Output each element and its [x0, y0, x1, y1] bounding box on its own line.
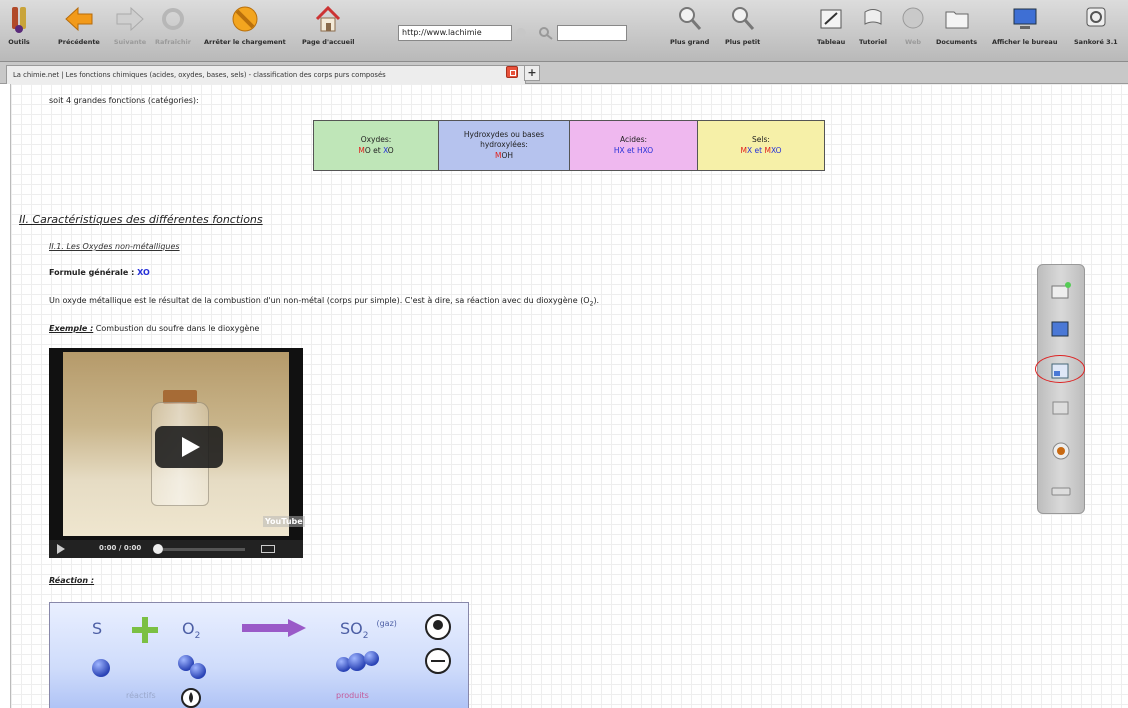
- video-controls: 0:00 / 0:00: [49, 540, 303, 558]
- video-seek-knob[interactable]: [153, 544, 163, 554]
- video-time: 0:00 / 0:00: [99, 544, 142, 552]
- cell-oxydes: Oxydes: MO et XO: [314, 121, 439, 170]
- section-title: II. Caractéristiques des différentes fon…: [19, 213, 263, 226]
- video-seek-track[interactable]: [163, 548, 245, 551]
- cell-acides: Acides: HX et HXO: [570, 121, 698, 170]
- home-button[interactable]: Page d'accueil: [302, 4, 355, 46]
- sankore-button[interactable]: Sankoré 3.1: [1074, 4, 1118, 46]
- tutoriel-button[interactable]: Tutoriel: [859, 4, 887, 46]
- web-page-content: soit 4 grandes fonctions (catégories): O…: [10, 84, 1128, 708]
- eye-icon[interactable]: [1050, 441, 1072, 461]
- arrow-left-icon: [65, 6, 93, 32]
- reactants-label: réactifs: [126, 691, 156, 700]
- search-input[interactable]: [557, 25, 627, 41]
- zoom-out-icon: [731, 7, 754, 30]
- reactant-s: S: [92, 619, 103, 638]
- show-desktop-button[interactable]: Afficher le bureau: [992, 4, 1057, 46]
- settings-icon: [1086, 7, 1106, 27]
- zoom-out-button[interactable]: Plus petit: [725, 4, 760, 46]
- browser-toolbar: Outils Précédente Suivante Rafraîchir Ar…: [0, 0, 1128, 62]
- monitor-icon: [1013, 8, 1037, 29]
- fullscreen-icon[interactable]: [261, 545, 275, 553]
- outils-button[interactable]: Outils: [6, 4, 32, 46]
- functions-table: Oxydes: MO et XO Hydroxydes ou bases hyd…: [313, 120, 825, 171]
- plus-icon: [132, 617, 158, 643]
- video-player[interactable]: YouTube 0:00 / 0:00: [49, 348, 305, 558]
- stop-button[interactable]: Arrêter le chargement: [204, 4, 286, 46]
- new-tab-button[interactable]: +: [524, 65, 540, 81]
- product-so2: SO2(gaz): [340, 619, 397, 642]
- toxic-hazard-icon: [425, 614, 451, 640]
- search-icon: [539, 27, 553, 40]
- highlight-annotation: [1035, 355, 1085, 383]
- formula-line: Formule générale : XO: [49, 268, 150, 277]
- products-label: produits: [336, 691, 369, 700]
- so2-o-atom-2: [364, 651, 379, 666]
- reaction-diagram: S O2 SO2(gaz) réactifs produits: [49, 602, 469, 708]
- arrow-right-icon: [116, 6, 144, 32]
- keyboard-icon[interactable]: [1050, 481, 1072, 501]
- reactant-o2: O2: [182, 619, 201, 642]
- tableau-button[interactable]: Tableau: [817, 4, 845, 46]
- reaction-arrow-icon: [242, 619, 306, 637]
- url-field[interactable]: http://www.lachimie: [398, 25, 512, 41]
- flame-hazard-icon: [181, 688, 201, 708]
- add-capture-icon[interactable]: [1050, 281, 1072, 301]
- cell-sels: Sels: MX et MXO: [698, 121, 824, 170]
- forward-button[interactable]: Suivante: [113, 4, 147, 46]
- tools-icon: [12, 7, 26, 33]
- web-button[interactable]: Web: [900, 4, 926, 46]
- subsection-title: II.1. Les Oxydes non-métalliques: [49, 242, 180, 251]
- youtube-logo: YouTube: [263, 516, 305, 527]
- s-atom: [92, 659, 110, 677]
- o-atom-2: [190, 663, 206, 679]
- reload-icon: [161, 8, 184, 30]
- stop-icon: [232, 6, 258, 32]
- example-line: Exemple : Combustion du soufre dans le d…: [49, 324, 260, 333]
- zoom-in-icon: [678, 7, 701, 30]
- video-frame: YouTube: [63, 352, 305, 536]
- description-text: Un oxyde métallique est le résultat de l…: [49, 296, 600, 308]
- video-play-icon[interactable]: [57, 544, 65, 554]
- reaction-label: Réaction :: [49, 576, 95, 585]
- cell-hydroxydes: Hydroxydes ou bases hydroxylées: MOH: [439, 121, 570, 170]
- intro-text: soit 4 grandes fonctions (catégories):: [49, 96, 199, 105]
- tutorial-icon: [864, 9, 882, 25]
- side-tool-panel: [1037, 264, 1085, 514]
- zoom-in-button[interactable]: Plus grand: [670, 4, 709, 46]
- documents-button[interactable]: Documents: [936, 4, 977, 46]
- web-capture-icon[interactable]: [1050, 319, 1072, 339]
- close-tab-icon[interactable]: [506, 66, 518, 78]
- tab-active[interactable]: La chimie.net | Les fonctions chimiques …: [6, 65, 526, 84]
- reload-button[interactable]: Rafraîchir: [155, 4, 191, 46]
- globe-icon: [902, 7, 924, 29]
- back-button[interactable]: Précédente: [58, 4, 100, 46]
- annotate-icon[interactable]: [1050, 399, 1072, 419]
- clear-url-icon[interactable]: [515, 27, 527, 39]
- play-icon[interactable]: [155, 426, 223, 468]
- home-icon: [316, 5, 341, 32]
- corrosive-hazard-icon: [425, 648, 451, 674]
- board-icon: [820, 9, 842, 29]
- folder-icon: [945, 11, 969, 29]
